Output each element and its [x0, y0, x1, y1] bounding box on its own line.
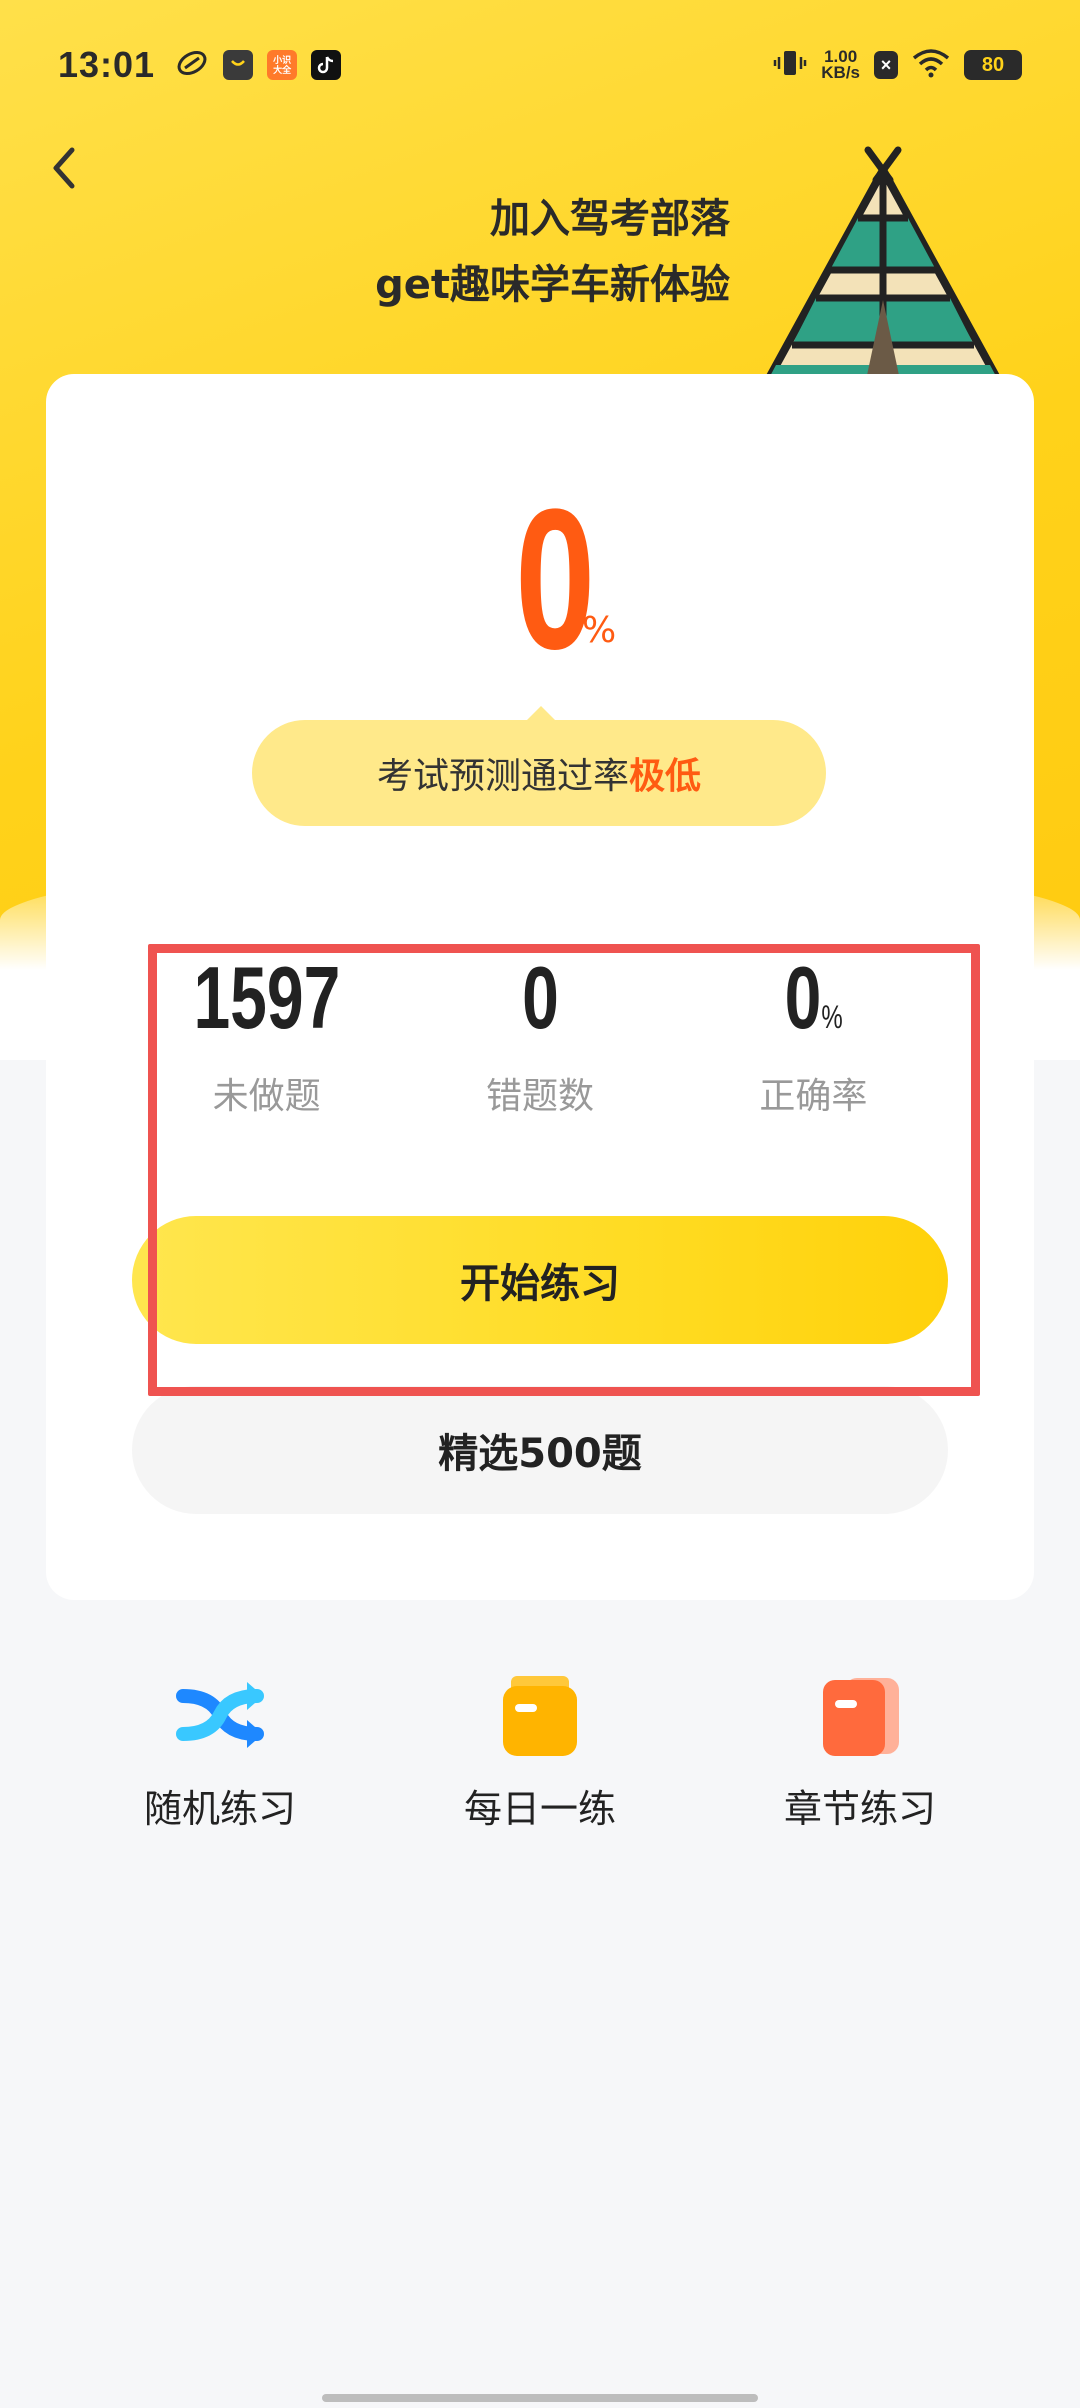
back-button[interactable] [36, 138, 96, 198]
slogan: 加入驾考部落 get趣味学车新体验 [375, 186, 730, 318]
quick-label: 随机练习 [143, 1787, 296, 1831]
status-time: 13:01 [58, 44, 156, 85]
no-sim-icon: × [874, 51, 898, 79]
selected-500-button[interactable]: 精选500题 [132, 1386, 948, 1514]
daily-folder-icon [503, 1676, 577, 1756]
quick-label: 章节练习 [783, 1787, 936, 1831]
vibrate-icon [773, 46, 807, 85]
highlight-annotation [148, 944, 980, 1396]
chapter-book-icon [823, 1678, 899, 1756]
slogan-line2: get趣味学车新体验 [375, 262, 730, 308]
net-speed-unit: KB/s [821, 63, 860, 82]
chevron-left-icon [53, 147, 75, 189]
tiktok-icon [311, 50, 342, 80]
quick-daily-practice[interactable]: 每日一练 [380, 1670, 700, 1833]
net-speed: 1.00 KB/s [821, 48, 860, 82]
battery-indicator: 80 [964, 50, 1022, 80]
shopping-bag-icon [223, 50, 254, 80]
shuffle-icon [176, 1682, 264, 1748]
quick-chapter-practice[interactable]: 章节练习 [700, 1670, 1020, 1833]
quick-actions: 随机练习 每日一练 章节练习 [60, 1670, 1020, 1833]
football-icon [175, 48, 209, 83]
pass-rate-unit: % [582, 610, 617, 651]
quick-label: 每日一练 [463, 1787, 616, 1831]
prediction-text: 考试预测通过率 [376, 756, 629, 797]
slogan-line1: 加入驾考部落 [490, 196, 730, 242]
xiaozhi-app-icon: 小识 大全 [267, 50, 298, 80]
status-bar: 13:01 小识 大全 1.00 KB/s × 80 [0, 0, 1080, 130]
wifi-icon [912, 48, 950, 83]
prediction-tip: 考试预测通过率 极低 [252, 706, 826, 826]
quick-random-practice[interactable]: 随机练习 [60, 1670, 380, 1833]
tent-illustration-icon [764, 146, 1002, 380]
prediction-level: 极低 [629, 756, 702, 797]
pass-rate-display: 0 % [0, 480, 1080, 680]
home-indicator[interactable] [322, 2394, 758, 2402]
